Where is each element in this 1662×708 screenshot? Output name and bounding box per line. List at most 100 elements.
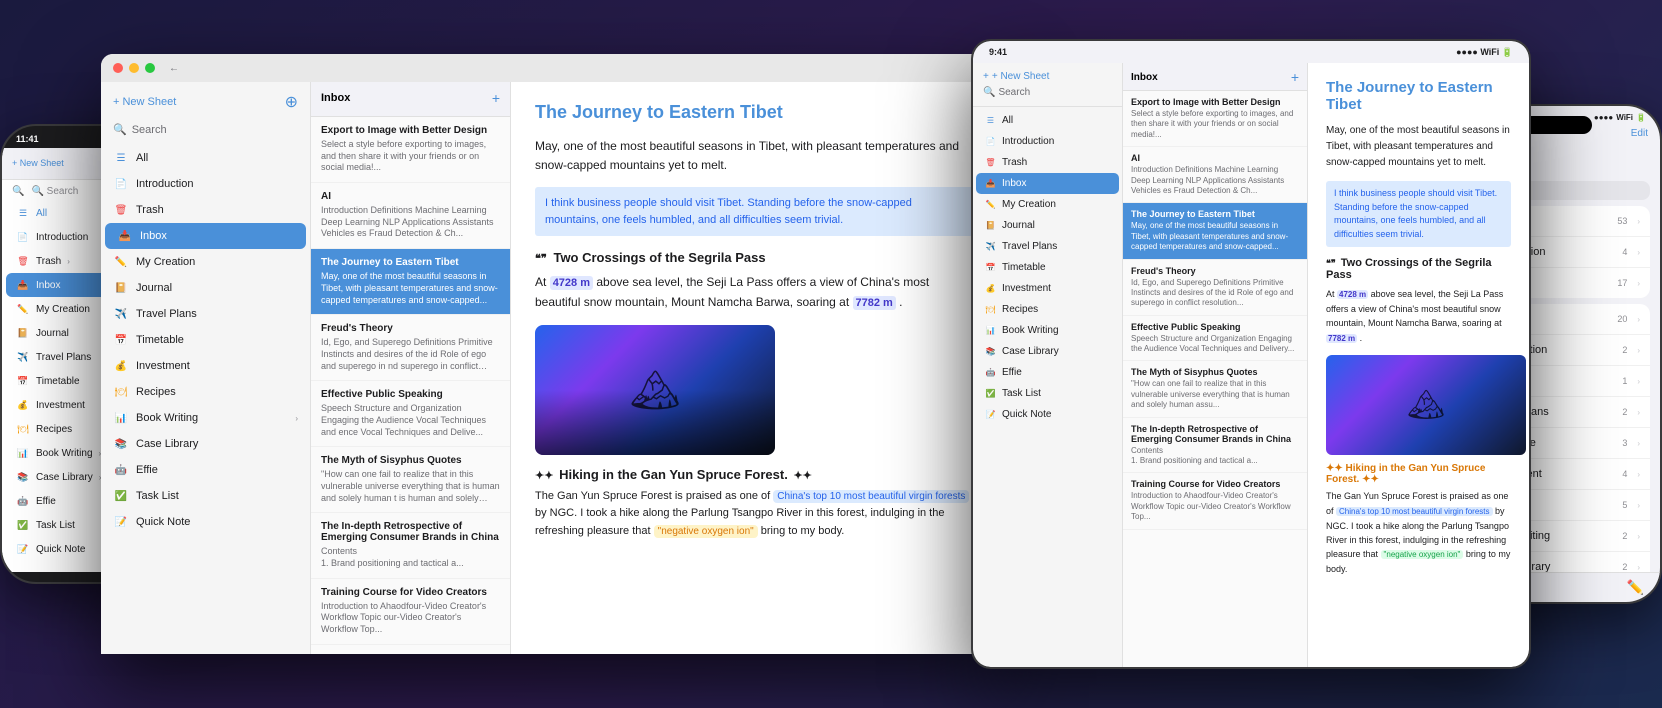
ipad-note-item-1[interactable]: AI Introduction Definitions Machine Lear… — [1123, 147, 1307, 203]
note-item-4[interactable]: Effective Public Speaking Speech Structu… — [311, 381, 510, 447]
ipad-add-note-btn[interactable]: + — [1291, 69, 1299, 85]
iphone-right-travelplans-chevron: › — [1637, 408, 1640, 417]
mac-new-sheet-btn[interactable]: + New Sheet — [113, 96, 176, 108]
ipad-note-item-2[interactable]: The Journey to Eastern Tibet May, one of… — [1123, 203, 1307, 259]
mac-sidebar-item-quicknote[interactable]: 📝 Quick Note — [101, 509, 310, 535]
mac-num2: 7782 m — [853, 296, 896, 310]
ipad-label-quicknote: Quick Note — [1002, 409, 1051, 420]
ipad-note-item-6[interactable]: The In-depth Retrospective of Emerging C… — [1123, 418, 1307, 474]
mac-sidebar-item-bookwriting[interactable]: 📊 Book Writing › — [101, 405, 310, 431]
ipad-sidebar-effie[interactable]: 🤖 Effie — [976, 362, 1119, 383]
mac-label-timetable: Timetable — [136, 334, 184, 346]
mac-sidebar-item-mycreation[interactable]: ✏️ My Creation — [101, 249, 310, 275]
ipad-sidebar-mycreation[interactable]: ✏️ My Creation — [976, 194, 1119, 215]
iphone-right-bookwriting-count: 2 — [1622, 531, 1627, 541]
ipad-sidebar-travelplans[interactable]: ✈️ Travel Plans — [976, 236, 1119, 257]
caselibrary-icon: 📚 — [16, 470, 30, 484]
ipad-note-item-7[interactable]: Training Course for Video Creators Intro… — [1123, 473, 1307, 529]
mac-sidebar-item-inbox[interactable]: 📥 Inbox — [105, 223, 306, 249]
ipad-note-item-3-title: Freud's Theory — [1131, 266, 1299, 276]
inbox-icon: 📥 — [16, 278, 30, 292]
mac-sidebar-item-investment[interactable]: 💰 Investment — [101, 353, 310, 379]
iphone-right-investment-chevron: › — [1637, 470, 1640, 479]
ipad-sidebar-quicknote[interactable]: 📝 Quick Note — [976, 404, 1119, 425]
ipad-note-item-0[interactable]: Export to Image with Better Design Selec… — [1123, 91, 1307, 147]
ipad-sidebar-trash[interactable]: 🗑 Trash — [976, 152, 1119, 173]
ipad-note-item-3-body: Id, Ego, and Superego Definitions Primit… — [1131, 278, 1299, 309]
mac-sidebar-item-timetable[interactable]: 📅 Timetable — [101, 327, 310, 353]
note-item-3[interactable]: Freud's Theory Id, Ego, and Superego Def… — [311, 315, 510, 381]
note-item-6[interactable]: The In-depth Retrospective of Emerging C… — [311, 513, 510, 578]
mac-sidebar-item-effie[interactable]: 🤖 Effie — [101, 457, 310, 483]
ipad-detail: The Journey to Eastern Tibet May, one of… — [1308, 63, 1529, 667]
ipad-label-introduction: Introduction — [1002, 136, 1054, 147]
mac-sidebar-item-journal[interactable]: 📔 Journal — [101, 275, 310, 301]
traffic-yellow[interactable] — [129, 63, 139, 73]
sidebar-label-effie: Effie — [36, 496, 56, 507]
ipad-sidebar-introduction[interactable]: 📄 Introduction — [976, 131, 1119, 152]
mac-label-travelplans: Travel Plans — [136, 308, 197, 320]
ipad-label-bookwriting: Book Writing — [1002, 325, 1059, 336]
ipad-sidebar-caselibrary[interactable]: 📚 Case Library — [976, 341, 1119, 362]
traffic-red[interactable] — [113, 63, 123, 73]
mac-add-note-btn[interactable]: + — [492, 90, 500, 106]
mac-sidebar-item-tasklist[interactable]: ✅ Task List — [101, 483, 310, 509]
ipad-sidebar-timetable[interactable]: 📅 Timetable — [976, 257, 1119, 278]
mac-new-sheet-circle[interactable]: ⊕ — [285, 92, 298, 112]
note-item-2[interactable]: The Journey to Eastern Tibet May, one of… — [311, 249, 510, 315]
ipad-sidebar-recipes[interactable]: 🍽 Recipes — [976, 299, 1119, 320]
mac-effie-icon: 🤖 — [113, 462, 129, 478]
iphone-right-timetable-chevron: › — [1637, 439, 1640, 448]
mac-sidebar-item-caselibrary[interactable]: 📚 Case Library — [101, 431, 310, 457]
ipad-note-item-3[interactable]: Freud's Theory Id, Ego, and Superego Def… — [1123, 260, 1307, 316]
ipad-note-item-2-body: May, one of the most beautiful seasons i… — [1131, 221, 1299, 252]
ipad-detail-section2: ❝❞ Two Crossings of the Segrila Pass — [1326, 257, 1511, 281]
mac-num1: 4728 m — [550, 276, 593, 290]
note-item-0[interactable]: Export to Image with Better Design Selec… — [311, 117, 510, 183]
mac-sidebar-item-introduction[interactable]: 📄 Introduction — [101, 171, 310, 197]
iphone-right-compose-icon[interactable]: ✏️ — [1627, 579, 1644, 590]
ipad-sidebar-journal[interactable]: 📔 Journal — [976, 215, 1119, 236]
note-item-7[interactable]: Training Course for Video Creators Intro… — [311, 579, 510, 645]
mac-sidebar-item-travelplans[interactable]: ✈️ Travel Plans — [101, 301, 310, 327]
ipad-search[interactable]: 🔍 Search — [983, 87, 1112, 98]
ipad-new-sheet-btn[interactable]: + + New Sheet — [983, 71, 1112, 82]
ipad-sidebar-bookwriting[interactable]: 📊 Book Writing — [976, 320, 1119, 341]
iphone-right-edit-btn[interactable]: Edit — [1631, 128, 1648, 139]
sidebar-label-travelplans: Travel Plans — [36, 352, 91, 363]
mac-sidebar-item-recipes[interactable]: 🍽 Recipes — [101, 379, 310, 405]
mac-label-recipes: Recipes — [136, 386, 176, 398]
iphone-left-new-sheet[interactable]: + New Sheet — [12, 158, 64, 168]
iphone-right-all-chevron: › — [1637, 217, 1640, 226]
ipad-note-item-5-title: The Myth of Sisyphus Quotes — [1131, 367, 1299, 377]
wifi-icon: WiFi — [1616, 113, 1633, 122]
scene: 11:41 Tue Sep 26 ··· + New Sheet ⊕ 🔍 🔍 S… — [0, 0, 1662, 708]
ipad-label-travelplans: Travel Plans — [1002, 241, 1057, 252]
iphone-right-all-count: 53 — [1617, 216, 1627, 226]
ipad-sidebar-tasklist[interactable]: ✅ Task List — [976, 383, 1119, 404]
note-item-5[interactable]: The Myth of Sisyphus Quotes "How can one… — [311, 447, 510, 513]
mac-sidebar-search[interactable]: 🔍 Search — [101, 118, 310, 141]
mac-all-icon: ☰ — [113, 150, 129, 166]
ipad-note-item-5[interactable]: The Myth of Sisyphus Quotes "How can one… — [1123, 361, 1307, 417]
titlebar-collapse[interactable]: ← — [169, 63, 179, 74]
note-item-1[interactable]: AI Introduction Definitions Machine Lear… — [311, 183, 510, 249]
ipad-label-recipes: Recipes — [1002, 304, 1038, 315]
mac-sidebar-item-all[interactable]: ☰ All — [101, 145, 310, 171]
ipad-note-item-5-body: "How can one fail to realize that in thi… — [1131, 379, 1299, 410]
traffic-green[interactable] — [145, 63, 155, 73]
mac-sidebar-item-trash[interactable]: 🗑 Trash — [101, 197, 310, 223]
ipad-sidebar-all[interactable]: ☰ All — [976, 110, 1119, 131]
ipad-status-right: ●●●● WiFi 🔋 — [1456, 47, 1513, 58]
note-item-3-body: Id, Ego, and Superego Definitions Primit… — [321, 337, 500, 372]
note-item-5-body: "How can one fail to realize that in thi… — [321, 469, 500, 504]
mac-search-label: Search — [132, 124, 167, 136]
mac-body2-pre: At — [535, 275, 546, 289]
ipad-sidebar-investment[interactable]: 💰 Investment — [976, 278, 1119, 299]
ipad-sidebar-inbox[interactable]: 📥 Inbox — [976, 173, 1119, 194]
note-item-7-body: Introduction to Ahaodfour-Video Creator'… — [321, 601, 500, 636]
ipad-intro-icon: 📄 — [984, 135, 997, 148]
ipad-label-tasklist: Task List — [1002, 388, 1041, 399]
ipad-note-item-4[interactable]: Effective Public Speaking Speech Structu… — [1123, 316, 1307, 362]
mac-body2-end: . — [899, 295, 902, 309]
